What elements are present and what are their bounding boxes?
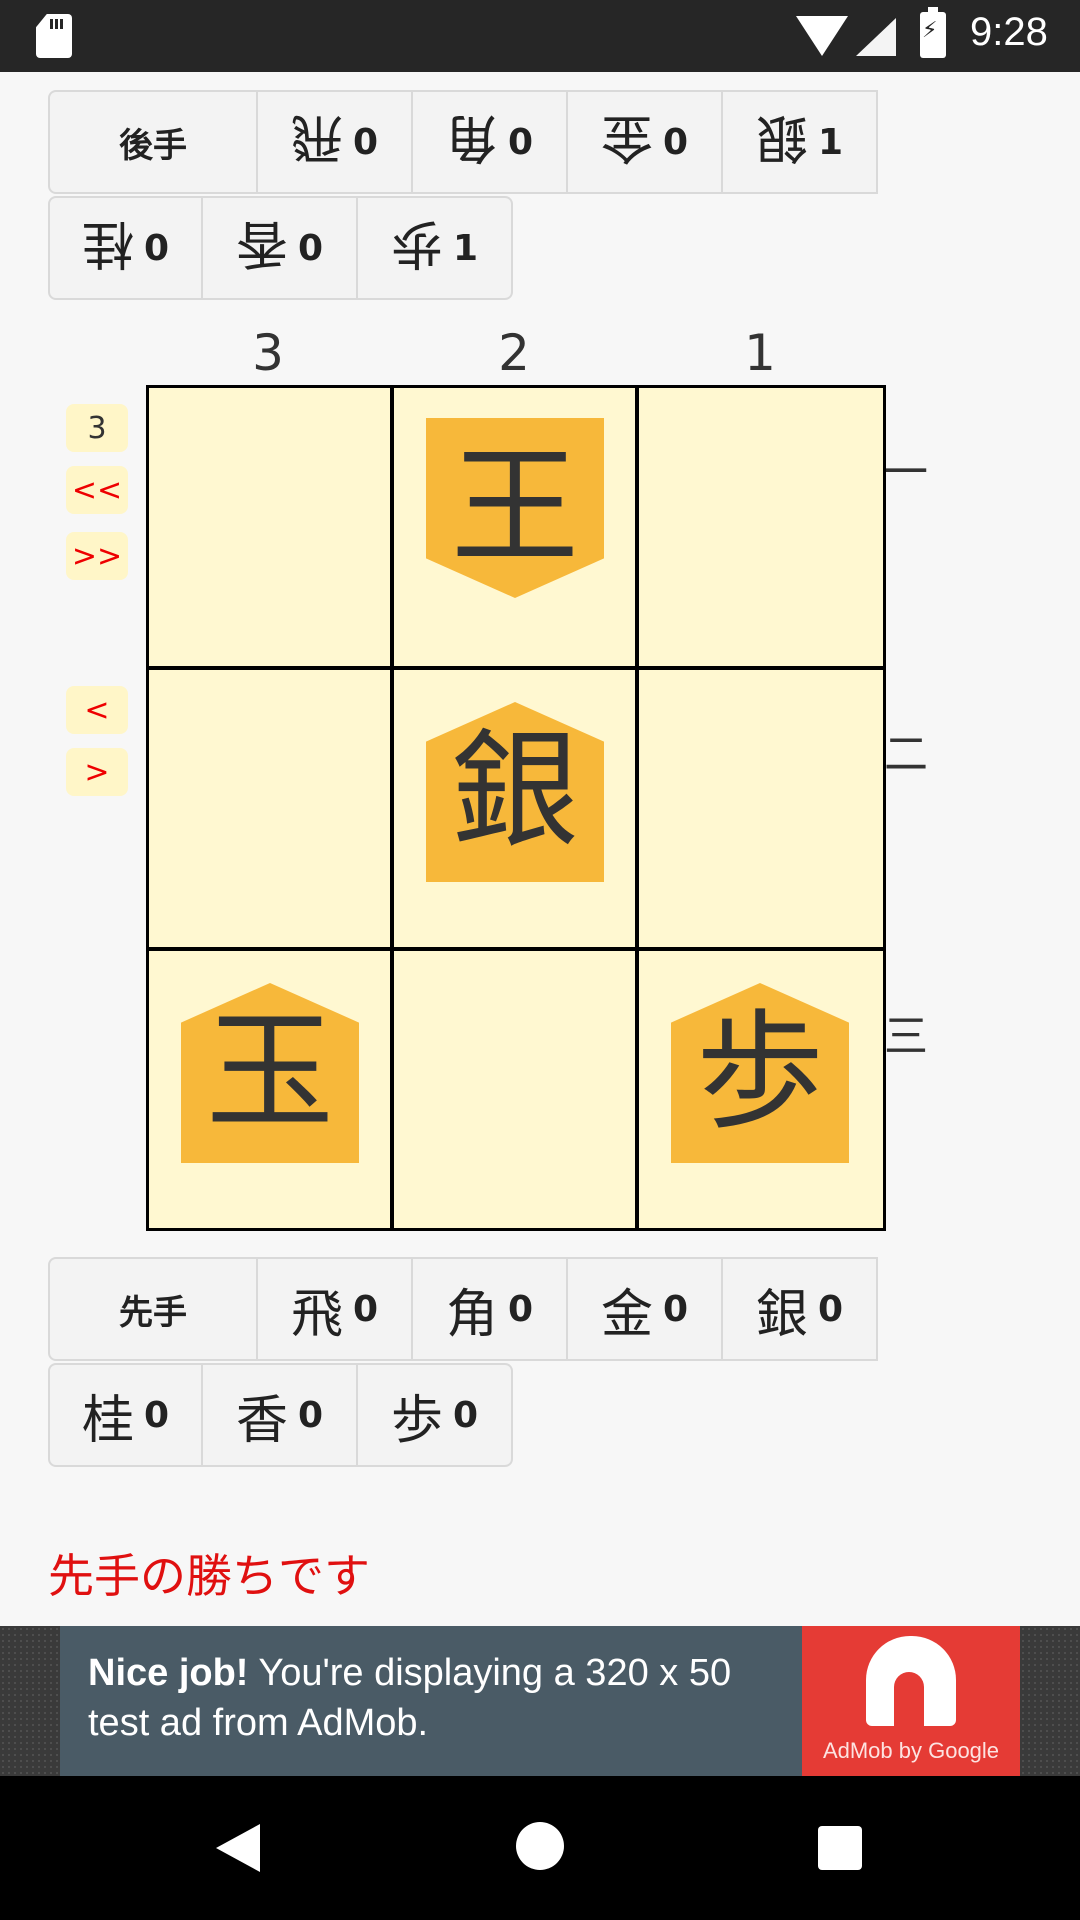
prev-move-button[interactable]: < (66, 686, 128, 734)
piece-count: 0 (662, 121, 689, 163)
battery-charging-icon (920, 7, 946, 58)
sente-hand-lance[interactable]: 香0 (203, 1363, 358, 1467)
game-result-text: 先手の勝ちです (48, 1549, 370, 1603)
square-2-3[interactable] (394, 951, 635, 1228)
sente-king-piece[interactable]: 玉 (181, 983, 359, 1163)
silver-piece-icon: 銀 (755, 106, 808, 167)
shogi-board: 王 銀 玉 歩 (146, 385, 886, 1231)
lance-piece-icon: 香 (235, 1390, 288, 1451)
gote-hand-row-1: 後手 飛0 角0 金0 銀1 (48, 90, 878, 194)
sente-label: 先手 (48, 1257, 258, 1361)
piece-count: 0 (143, 227, 170, 269)
gote-hand-gold[interactable]: 金0 (568, 90, 723, 194)
sente-hand-row-2: 桂0 香0 歩0 (48, 1363, 513, 1467)
piece-count: 0 (452, 1394, 479, 1436)
silver-char: 銀 (450, 717, 579, 866)
home-icon[interactable] (516, 1822, 564, 1870)
admob-brand-text: AdMob by Google (822, 1738, 1000, 1763)
rook-piece-icon: 飛 (290, 106, 343, 167)
sente-hand-knight[interactable]: 桂0 (48, 1363, 203, 1467)
pawn-piece-icon: 歩 (390, 212, 443, 273)
piece-count: 0 (507, 121, 534, 163)
pawn-piece-icon: 歩 (390, 1390, 443, 1451)
sente-hand-rook[interactable]: 飛0 (258, 1257, 413, 1361)
square-1-2[interactable] (639, 670, 883, 947)
square-1-1[interactable] (639, 388, 883, 666)
column-label: 2 (498, 324, 530, 382)
gote-hand-lance[interactable]: 香0 (203, 196, 358, 300)
lance-piece-icon: 香 (235, 212, 288, 273)
ad-headline: Nice job! (88, 1652, 249, 1694)
sente-pawn-piece[interactable]: 歩 (671, 983, 849, 1163)
status-bar (0, 0, 1080, 72)
status-clock: 9:28 (970, 10, 1048, 54)
recent-apps-icon[interactable] (818, 1826, 862, 1870)
sente-hand-row-1: 先手 飛0 角0 金0 銀0 (48, 1257, 878, 1361)
gote-hand-knight[interactable]: 桂0 (48, 196, 203, 300)
wifi-icon (796, 16, 848, 56)
gote-hand-bishop[interactable]: 角0 (413, 90, 568, 194)
first-move-button[interactable]: << (66, 466, 128, 514)
sente-hand-pawn[interactable]: 歩0 (358, 1363, 513, 1467)
gold-piece-icon: 金 (600, 1284, 653, 1345)
sente-hand-gold[interactable]: 金0 (568, 1257, 723, 1361)
gote-label: 後手 (48, 90, 258, 194)
gote-hand-pawn[interactable]: 歩1 (358, 196, 513, 300)
sente-silver-piece[interactable]: 銀 (426, 702, 604, 882)
ad-text[interactable]: Nice job! You're displaying a 320 x 50 t… (88, 1648, 788, 1748)
gote-hand-silver[interactable]: 銀1 (723, 90, 878, 194)
square-2-1[interactable]: 王 (394, 388, 635, 666)
gote-king-piece[interactable]: 王 (426, 418, 604, 598)
piece-count: 0 (662, 1288, 689, 1330)
back-icon[interactable] (216, 1824, 260, 1872)
silver-piece-icon: 銀 (755, 1284, 808, 1345)
next-move-button[interactable]: > (66, 748, 128, 796)
sente-hand-bishop[interactable]: 角0 (413, 1257, 568, 1361)
piece-count: 0 (297, 1394, 324, 1436)
bishop-piece-icon: 角 (445, 1284, 498, 1345)
row-label: 三 (884, 1011, 928, 1062)
knight-piece-icon: 桂 (81, 1390, 134, 1451)
pawn-char: 歩 (695, 998, 824, 1147)
gold-piece-icon: 金 (600, 106, 653, 167)
gote-hand-rook[interactable]: 飛0 (258, 90, 413, 194)
square-1-3[interactable]: 歩 (639, 951, 883, 1228)
square-3-1[interactable] (149, 388, 390, 666)
knight-piece-icon: 桂 (81, 212, 134, 273)
rook-piece-icon: 飛 (290, 1284, 343, 1345)
piece-count: 0 (817, 1288, 844, 1330)
king-char: 玉 (205, 998, 334, 1147)
row-label: 二 (884, 729, 928, 780)
gote-hand-row-2: 桂0 香0 歩1 (48, 196, 513, 300)
last-move-button[interactable]: >> (66, 532, 128, 580)
sente-hand-silver[interactable]: 銀0 (723, 1257, 878, 1361)
square-2-2[interactable]: 銀 (394, 670, 635, 947)
piece-count: 1 (817, 121, 844, 163)
admob-logo-icon (866, 1636, 956, 1726)
row-label: 一 (884, 447, 928, 498)
piece-count: 0 (352, 1288, 379, 1330)
sd-card-icon (36, 14, 72, 58)
square-3-2[interactable] (149, 670, 390, 947)
square-3-3[interactable]: 玉 (149, 951, 390, 1228)
piece-count: 1 (452, 227, 479, 269)
king-char: 王 (450, 433, 579, 582)
piece-count: 0 (507, 1288, 534, 1330)
piece-count: 0 (143, 1394, 170, 1436)
column-label: 1 (744, 324, 776, 382)
piece-count: 0 (352, 121, 379, 163)
move-number: 3 (66, 404, 128, 452)
column-label: 3 (252, 324, 284, 382)
piece-count: 0 (297, 227, 324, 269)
bishop-piece-icon: 角 (445, 106, 498, 167)
